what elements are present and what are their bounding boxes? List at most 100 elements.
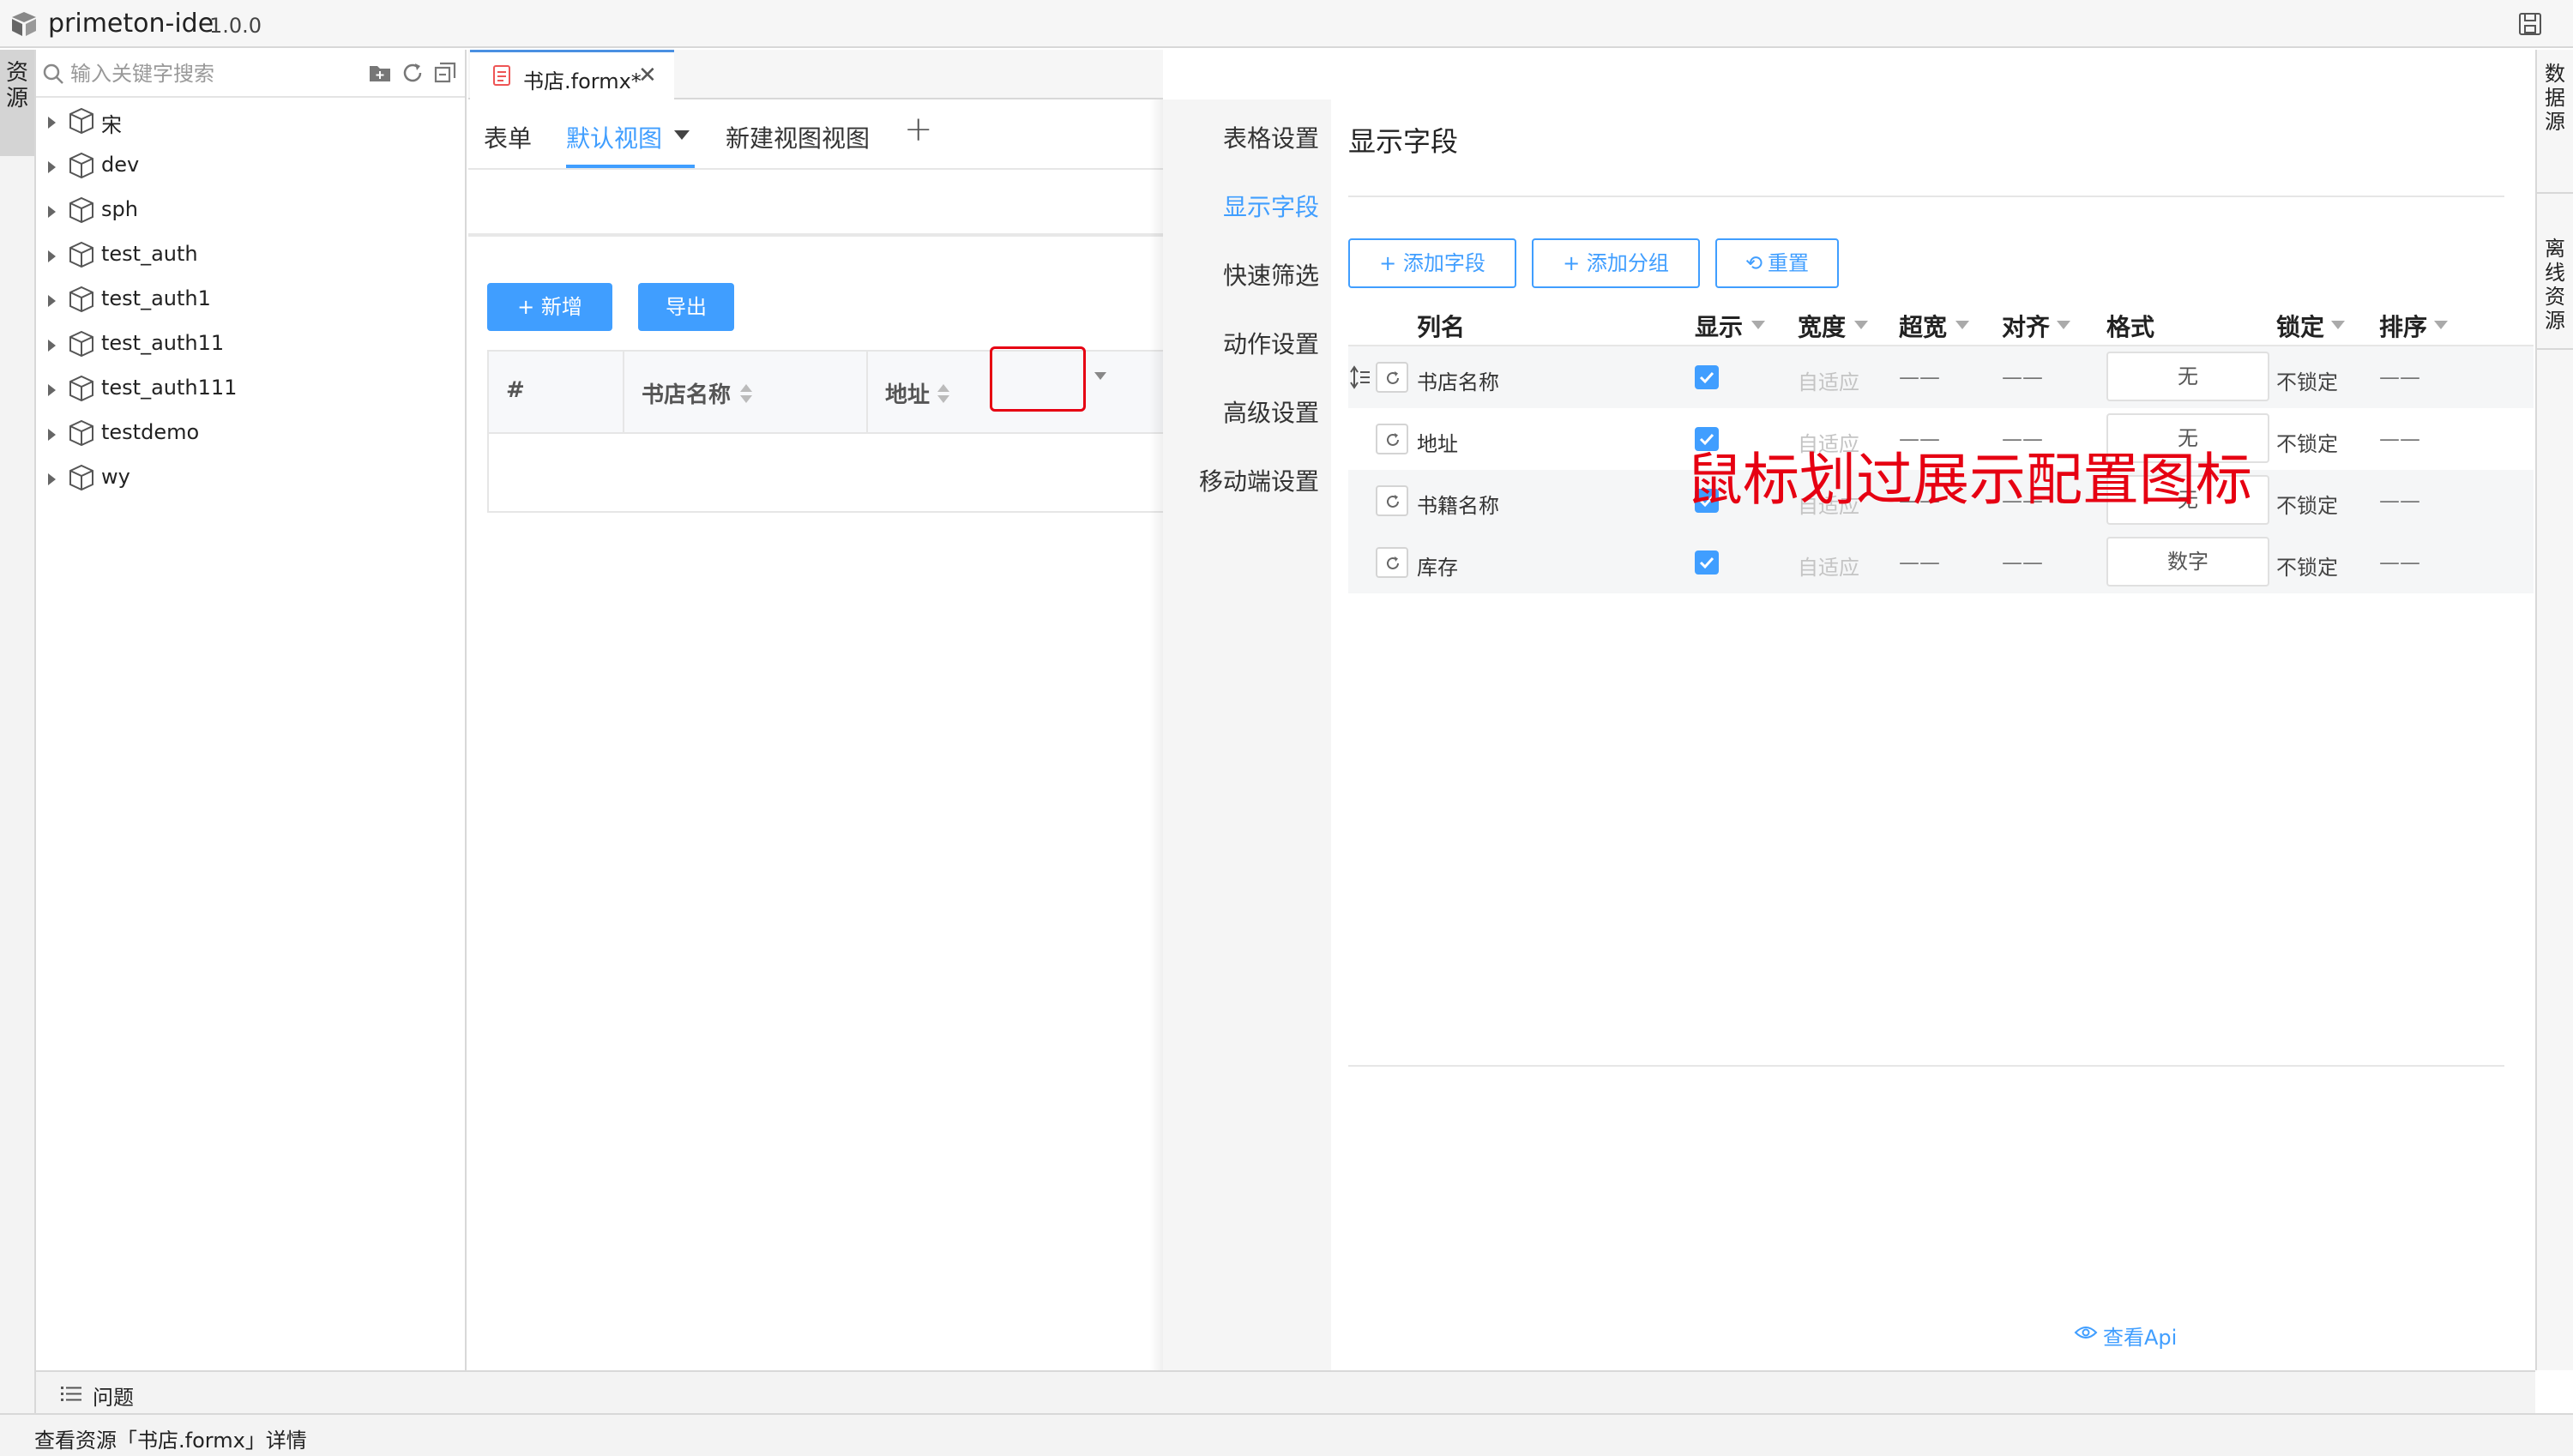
tree-item[interactable]: test_auth111 xyxy=(36,367,465,412)
expand-caret-icon[interactable] xyxy=(48,473,56,485)
add-group-button[interactable]: + 添加分组 xyxy=(1532,238,1700,288)
add-view-button[interactable]: + xyxy=(904,110,933,149)
field-sort[interactable]: —— xyxy=(2379,489,2420,513)
tree-item[interactable]: test_auth11 xyxy=(36,322,465,367)
field-row[interactable]: 库存 自适应 —— —— 数字 不锁定 —— xyxy=(1348,532,2534,593)
tab-new-view[interactable]: 新建视图视图 xyxy=(726,120,870,154)
col-header-align[interactable]: 对齐 xyxy=(2002,309,2050,343)
tree-item-label: test_auth11 xyxy=(101,331,225,355)
view-tabs: 表单 默认视图 新建视图视图 + xyxy=(468,101,1163,170)
chevron-down-icon[interactable] xyxy=(1751,321,1765,329)
drawer-content: 显示字段 + 添加字段 + 添加分组 ⟲ 重置 列名 显示 宽度 超宽 对齐 格式… xyxy=(1331,99,2535,1370)
add-button[interactable]: + 新增 xyxy=(487,283,612,331)
field-align[interactable]: —— xyxy=(2002,551,2043,575)
editor-area: 书店.formx* ✕ 表单 默认视图 新建视图视图 + + 新增 导出 # 书… xyxy=(468,50,1163,1370)
reset-button-label: 重置 xyxy=(1768,251,1810,275)
rail-tab-resource[interactable]: 资源 xyxy=(0,50,34,156)
chevron-down-icon[interactable] xyxy=(1094,372,1106,380)
view-api-link[interactable]: 查看Api xyxy=(2103,1321,2177,1351)
tab-default-view[interactable]: 默认视图 xyxy=(566,120,662,154)
tab-form[interactable]: 表单 xyxy=(484,120,532,154)
field-width[interactable]: 自适应 xyxy=(1798,551,1859,581)
expand-caret-icon[interactable] xyxy=(48,250,56,262)
tree-item[interactable]: testdemo xyxy=(36,412,465,456)
field-overflow[interactable]: —— xyxy=(1899,551,1940,575)
field-config-icon[interactable] xyxy=(1376,547,1408,578)
field-lock[interactable]: 不锁定 xyxy=(2276,551,2338,581)
problems-bar[interactable]: 问题 xyxy=(36,1370,2535,1413)
nav-action-settings[interactable]: 动作设置 xyxy=(1223,326,1319,360)
sort-icon[interactable] xyxy=(739,382,753,405)
field-lock[interactable]: 不锁定 xyxy=(2276,365,2338,395)
nav-quick-filter[interactable]: 快速筛选 xyxy=(1223,257,1319,292)
nav-advanced-settings[interactable]: 高级设置 xyxy=(1223,394,1319,429)
rail-tab-resource-label: 资源 xyxy=(6,60,29,111)
chevron-down-icon[interactable] xyxy=(2434,321,2448,329)
chevron-down-icon[interactable] xyxy=(1854,321,1868,329)
field-width[interactable]: 自适应 xyxy=(1798,365,1859,395)
expand-caret-icon[interactable] xyxy=(48,161,56,173)
col-header-overflow[interactable]: 超宽 xyxy=(1899,309,1947,343)
expand-caret-icon[interactable] xyxy=(48,295,56,307)
column-divider xyxy=(866,352,868,434)
field-sort[interactable]: —— xyxy=(2379,551,2420,575)
nav-display-fields[interactable]: 显示字段 xyxy=(1223,189,1319,223)
expand-caret-icon[interactable] xyxy=(48,340,56,352)
show-checkbox[interactable] xyxy=(1695,551,1719,575)
field-lock[interactable]: 不锁定 xyxy=(2276,489,2338,519)
col-header-width[interactable]: 宽度 xyxy=(1798,309,1846,343)
field-config-icon[interactable] xyxy=(1376,485,1408,516)
new-folder-icon[interactable] xyxy=(367,60,393,86)
expand-caret-icon[interactable] xyxy=(48,429,56,441)
column-header-store-name[interactable]: 书店名称 xyxy=(642,377,731,409)
field-overflow[interactable]: —— xyxy=(1899,365,1940,389)
close-icon[interactable]: ✕ xyxy=(638,64,657,87)
field-align[interactable]: —— xyxy=(2002,365,2043,389)
col-header-lock[interactable]: 锁定 xyxy=(2276,309,2324,343)
chevron-down-icon[interactable] xyxy=(1955,321,1969,329)
expand-caret-icon[interactable] xyxy=(48,384,56,396)
tree-item[interactable]: sph xyxy=(36,189,465,233)
field-config-icon[interactable] xyxy=(1376,424,1408,454)
field-format-select[interactable]: 无 xyxy=(2106,352,2269,401)
col-header-sort[interactable]: 排序 xyxy=(2379,309,2427,343)
field-config-icon[interactable] xyxy=(1376,362,1408,393)
eye-icon[interactable] xyxy=(2074,1324,2098,1341)
rail-tab-offline-resource[interactable]: 离线资源 xyxy=(2537,196,2573,350)
status-text: 查看资源「书店.formx」详情 xyxy=(34,1429,307,1453)
sort-icon[interactable] xyxy=(937,382,950,405)
add-field-button[interactable]: + 添加字段 xyxy=(1348,238,1516,288)
tree-item[interactable]: test_auth xyxy=(36,233,465,278)
collapse-all-icon[interactable] xyxy=(432,60,458,86)
chevron-down-icon[interactable] xyxy=(2057,321,2070,329)
field-sort[interactable]: —— xyxy=(2379,365,2420,389)
expand-caret-icon[interactable] xyxy=(48,117,56,129)
tree-item-label: test_auth1 xyxy=(101,286,211,310)
save-icon[interactable] xyxy=(2516,10,2544,38)
drag-handle-icon[interactable] xyxy=(1350,364,1371,391)
col-header-show[interactable]: 显示 xyxy=(1695,309,1743,343)
field-lock[interactable]: 不锁定 xyxy=(2276,427,2338,457)
field-format-select[interactable]: 数字 xyxy=(2106,537,2269,587)
nav-mobile-settings[interactable]: 移动端设置 xyxy=(1199,463,1319,497)
field-sort[interactable]: —— xyxy=(2379,427,2420,451)
col-header-name: 列名 xyxy=(1417,313,1466,341)
export-button[interactable]: 导出 xyxy=(638,283,734,331)
rail-tab-datasource[interactable]: 数据源 xyxy=(2537,62,2573,194)
tree-item[interactable]: test_auth1 xyxy=(36,278,465,322)
file-tab[interactable]: 书店.formx* ✕ xyxy=(470,50,674,99)
tree-item[interactable]: wy xyxy=(36,456,465,501)
refresh-icon[interactable] xyxy=(400,60,425,86)
expand-caret-icon[interactable] xyxy=(48,206,56,218)
column-header-address[interactable]: 地址 xyxy=(885,377,930,409)
show-checkbox[interactable] xyxy=(1695,365,1719,389)
search-input[interactable] xyxy=(70,57,388,91)
tree-item[interactable]: dev xyxy=(36,144,465,189)
chevron-down-icon[interactable] xyxy=(2331,321,2345,329)
nav-table-settings[interactable]: 表格设置 xyxy=(1223,120,1319,154)
chevron-down-icon[interactable] xyxy=(674,130,690,140)
hover-highlight-box xyxy=(990,346,1086,412)
tree-item[interactable]: 宋 xyxy=(36,99,465,144)
reset-button[interactable]: ⟲ 重置 xyxy=(1715,238,1839,288)
field-row[interactable]: 书店名称 自适应 —— —— 无 不锁定 —— xyxy=(1348,346,2534,408)
